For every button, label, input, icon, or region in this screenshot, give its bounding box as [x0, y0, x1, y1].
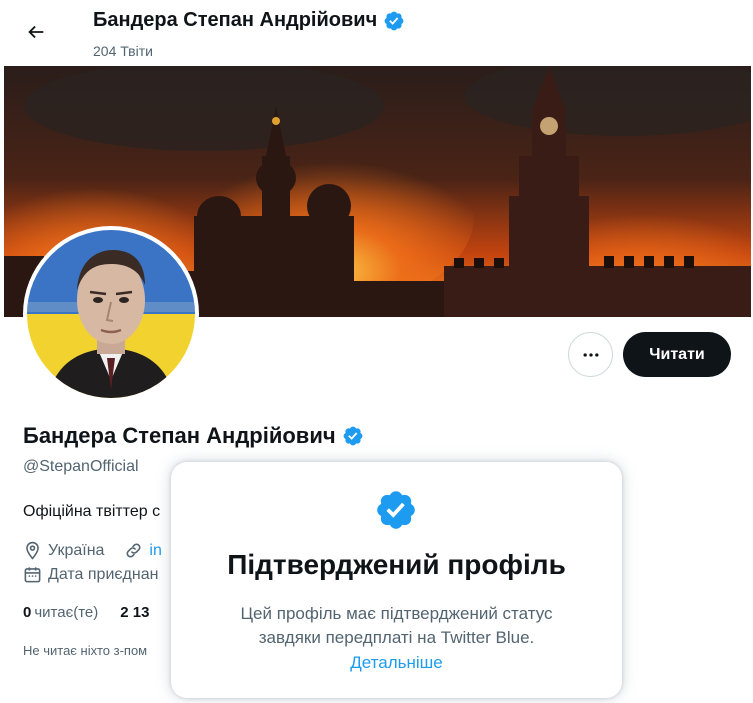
link-icon: [126, 543, 141, 558]
profile-meta-joined-row: Дата приєднан: [23, 565, 158, 584]
profile-bio: Офіційна твіттер с: [23, 503, 161, 520]
profile-link[interactable]: in: [124, 541, 162, 560]
calendar-icon: [24, 567, 41, 583]
profile-handle: @StepanOfficial: [23, 458, 139, 475]
followers-count: 2 13: [120, 604, 150, 621]
verified-profile-popover: Підтверджений профіль Цей профіль має пі…: [171, 462, 622, 698]
tweets-count: 204 Твіти: [93, 43, 153, 59]
header-title: Бандера Степан Андрійович: [93, 9, 405, 32]
popover-description: Цей профіль має підтверджений статус зав…: [240, 604, 553, 647]
follow-button[interactable]: Читати: [623, 332, 731, 377]
verified-badge-icon: [384, 11, 404, 30]
following-count: 0: [23, 604, 32, 621]
profile-meta-location-row: Україна in: [23, 541, 162, 560]
profile-link-text[interactable]: in: [149, 542, 161, 560]
profile-name: Бандера Степан Андрійович: [23, 423, 336, 448]
location-pin-icon: [26, 541, 39, 560]
profile-location: Україна: [48, 541, 105, 559]
arrow-left-icon: [28, 25, 44, 39]
profile-joined: Дата приєднан: [48, 565, 159, 583]
verified-badge-icon[interactable]: [342, 425, 364, 447]
profile-header: Бандера Степан Андрійович 204 Твіти: [0, 0, 753, 66]
profile-name-row: Бандера Степан Андрійович: [23, 423, 364, 449]
following-label: читає(те): [34, 604, 99, 621]
following-stat[interactable]: 0 читає(те): [23, 604, 98, 621]
more-button[interactable]: [568, 332, 613, 377]
back-button[interactable]: [20, 16, 52, 48]
profile-stats: 0 читає(те) 2 13: [23, 604, 152, 621]
followers-stat[interactable]: 2 13: [120, 604, 152, 621]
popover-learn-more-link[interactable]: Детальніше: [171, 653, 622, 673]
profile-avatar[interactable]: [23, 226, 199, 402]
followed-by-note: Не читає ніхто з-пом: [23, 643, 148, 658]
more-horizontal-icon: [583, 352, 598, 357]
header-name: Бандера Степан Андрійович: [93, 9, 378, 31]
verified-badge-icon: [377, 491, 415, 529]
popover-title: Підтверджений профіль: [227, 549, 566, 580]
